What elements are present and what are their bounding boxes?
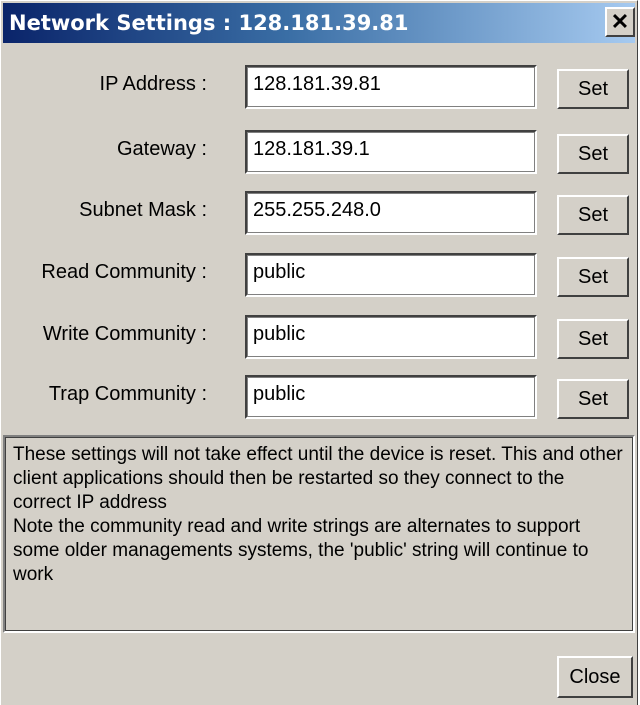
set-trap-community-button[interactable]: Set <box>557 379 629 419</box>
trap-community-row: Trap Community : public Set <box>1 375 639 419</box>
gateway-label: Gateway : <box>116 138 207 160</box>
title-bar[interactable]: Network Settings : 128.181.39.81 ✕ <box>3 3 635 43</box>
set-read-community-button[interactable]: Set <box>557 257 629 297</box>
window-title: Network Settings : 128.181.39.81 <box>9 11 409 35</box>
read-community-label: Read Community : <box>41 261 207 283</box>
write-community-row: Write Community : public Set <box>1 315 639 359</box>
subnet-mask-label: Subnet Mask : <box>79 199 207 221</box>
set-ip-address-button[interactable]: Set <box>557 69 629 109</box>
trap-community-input[interactable]: public <box>245 375 537 419</box>
close-icon[interactable]: ✕ <box>605 7 635 37</box>
set-subnet-mask-button[interactable]: Set <box>557 195 629 235</box>
write-community-label: Write Community : <box>42 323 207 345</box>
read-community-row: Read Community : public Set <box>1 253 639 297</box>
ip-address-row: IP Address : 128.181.39.81 Set <box>1 65 639 109</box>
gateway-row: Gateway : 128.181.39.1 Set <box>1 130 639 174</box>
read-community-input[interactable]: public <box>245 253 537 297</box>
close-button[interactable]: Close <box>557 656 633 698</box>
close-glyph: ✕ <box>610 9 630 34</box>
write-community-input[interactable]: public <box>245 315 537 359</box>
notes-textbox[interactable]: These settings will not take effect unti… <box>3 435 635 633</box>
trap-community-label: Trap Community : <box>48 383 207 405</box>
set-write-community-button[interactable]: Set <box>557 319 629 359</box>
set-gateway-button[interactable]: Set <box>557 134 629 174</box>
subnet-mask-input[interactable]: 255.255.248.0 <box>245 191 537 235</box>
gateway-input[interactable]: 128.181.39.1 <box>245 130 537 174</box>
ip-address-input[interactable]: 128.181.39.81 <box>245 65 537 109</box>
ip-address-label: IP Address : <box>99 73 207 95</box>
network-settings-dialog: Network Settings : 128.181.39.81 ✕ IP Ad… <box>0 0 638 705</box>
subnet-mask-row: Subnet Mask : 255.255.248.0 Set <box>1 191 639 235</box>
